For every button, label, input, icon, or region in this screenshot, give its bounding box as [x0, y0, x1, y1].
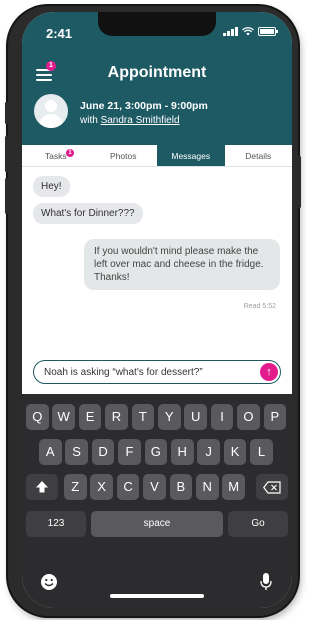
power-button	[298, 156, 301, 208]
shift-key[interactable]	[26, 474, 58, 500]
send-button[interactable]: ↑	[260, 363, 278, 381]
message-received: What's for Dinner???	[33, 203, 143, 224]
tab-tasks[interactable]: Tasks 1	[22, 145, 90, 166]
avatar	[34, 94, 68, 128]
key-n[interactable]: N	[196, 474, 219, 500]
key-q[interactable]: Q	[26, 404, 49, 430]
key-k[interactable]: K	[223, 439, 247, 465]
notch	[98, 12, 216, 36]
space-key[interactable]: space	[91, 511, 223, 537]
tab-bar: Tasks 1 Photos Messages Details	[22, 145, 292, 167]
battery-icon	[258, 27, 278, 36]
message-received: Hey!	[33, 176, 70, 197]
key-u[interactable]: U	[184, 404, 207, 430]
microphone-icon[interactable]	[260, 573, 272, 591]
message-input[interactable]	[44, 364, 254, 380]
tab-tasks-label: Tasks	[44, 151, 67, 161]
go-key[interactable]: Go	[228, 511, 288, 537]
key-o[interactable]: O	[237, 404, 260, 430]
wifi-icon	[242, 27, 254, 36]
tab-photos-label: Photos	[110, 151, 137, 161]
read-receipt: Read 5:52	[243, 303, 276, 310]
tab-details-label: Details	[245, 151, 272, 161]
caregiver-link[interactable]: Sandra Smithfield	[101, 115, 180, 126]
appointment-with: with Sandra Smithfield	[80, 115, 180, 126]
key-f[interactable]: F	[118, 439, 141, 465]
key-y[interactable]: Y	[158, 404, 181, 430]
appointment-date: June 21, 3:00pm - 9:00pm	[80, 100, 208, 112]
key-s[interactable]: S	[65, 439, 88, 465]
message-thread: Hey! What's for Dinner??? If you wouldn'…	[22, 167, 292, 357]
mute-switch	[5, 102, 8, 124]
phone-screen: 2:41 1 Appointment June 21, 3:00pm - 9:0…	[22, 12, 292, 608]
home-indicator	[110, 594, 204, 598]
key-l[interactable]: L	[250, 439, 273, 465]
shift-icon	[36, 481, 48, 493]
key-i[interactable]: I	[210, 404, 234, 430]
key-g[interactable]: G	[144, 439, 168, 465]
emoji-icon[interactable]	[40, 573, 58, 591]
key-e[interactable]: E	[78, 404, 102, 430]
key-w[interactable]: W	[52, 404, 75, 430]
tab-messages[interactable]: Messages	[157, 145, 225, 166]
tasks-badge: 1	[66, 149, 74, 157]
volume-up-button	[5, 136, 8, 172]
key-b[interactable]: B	[169, 474, 193, 500]
signal-icon	[223, 27, 238, 36]
key-r[interactable]: R	[105, 404, 128, 430]
tab-messages-label: Messages	[171, 151, 211, 161]
message-composer: ↑	[33, 360, 281, 384]
backspace-icon	[263, 481, 281, 494]
key-j[interactable]: J	[197, 439, 220, 465]
key-a[interactable]: A	[39, 439, 62, 465]
volume-down-button	[5, 178, 8, 214]
message-sent: If you wouldn't mind please make the lef…	[84, 239, 280, 290]
numbers-key[interactable]: 123	[26, 511, 86, 537]
key-p[interactable]: P	[263, 404, 287, 430]
with-prefix: with	[80, 115, 98, 126]
key-m[interactable]: M	[222, 474, 245, 500]
tab-details[interactable]: Details	[225, 145, 293, 166]
key-c[interactable]: C	[116, 474, 140, 500]
key-z[interactable]: Z	[64, 474, 87, 500]
page-title: Appointment	[107, 64, 207, 81]
arrow-up-icon: ↑	[266, 366, 272, 378]
key-d[interactable]: D	[91, 439, 115, 465]
status-icons	[223, 27, 278, 36]
tab-photos[interactable]: Photos	[90, 145, 158, 166]
key-x[interactable]: X	[90, 474, 113, 500]
backspace-key[interactable]	[256, 474, 288, 500]
key-v[interactable]: V	[143, 474, 166, 500]
key-h[interactable]: H	[171, 439, 194, 465]
status-time: 2:41	[46, 26, 73, 41]
key-t[interactable]: T	[131, 404, 155, 430]
